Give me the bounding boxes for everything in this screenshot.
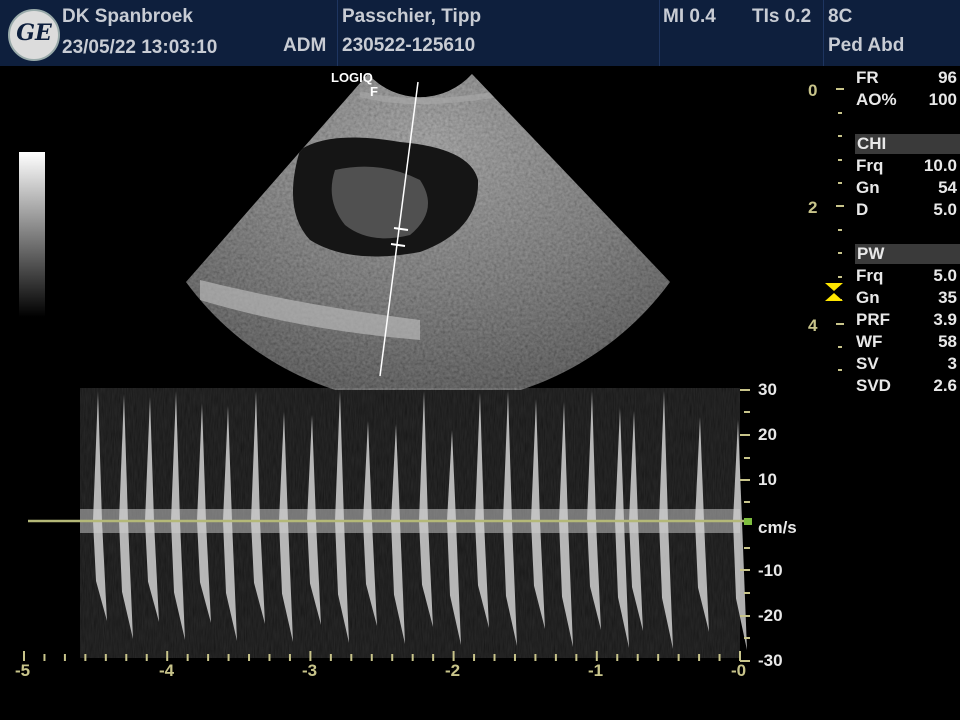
depth-label-2: 2 [808,198,818,217]
bmode-image [186,74,670,390]
depth-ruler [836,88,844,371]
exam-datetime: 23/05/22 13:03:10 [62,37,218,58]
depth-label-0: 0 [808,81,818,100]
depth-label-4: 4 [808,316,818,335]
logiq-logo-line1: LOGIQ [331,70,373,85]
param-value: 5.0 [933,200,957,219]
param-value: 10.0 [923,156,957,175]
logiq-logo: LOGIQ F [331,71,378,99]
time-label-neg4: -4 [159,661,175,680]
param-value: 35 [938,288,957,307]
param-ao: AO% 100 [856,90,960,112]
param-key: WF [856,332,883,351]
param-key: Frq [856,266,884,285]
param-pw-wf: WF 58 [856,332,960,354]
probe-name: 8C [828,6,853,27]
velocity-unit: cm/s [758,518,797,537]
focus-marker-icon[interactable] [823,281,845,303]
velocity-label-neg10: -10 [758,561,783,580]
param-key: SVD [856,376,891,395]
param-key: SV [856,354,879,373]
param-chi-gn: Gn 54 [856,178,960,200]
mechanical-index: MI 0.4 [663,6,716,27]
velocity-label-20: 20 [758,425,777,444]
thermal-index: TIs 0.2 [752,6,812,27]
param-chi-frq: Frq 10.0 [856,156,960,178]
param-pw-sv: SV 3 [856,354,960,376]
param-value: 96 [938,68,957,87]
logiq-logo-line2: F [370,84,378,99]
velocity-label-neg20: -20 [758,606,783,625]
time-label-neg5: -5 [15,661,31,680]
time-axis [23,651,741,661]
patient-name: Passchier, Tipp [342,6,482,27]
time-label-neg1: -1 [588,661,604,680]
section-pw: PW [855,244,960,264]
param-value: 3.9 [933,310,957,329]
param-key: D [856,200,869,219]
doppler-spectrum [28,388,752,658]
param-value: 3 [947,354,957,373]
time-label-0: -0 [731,661,747,680]
operator-id: ADM [283,35,327,56]
param-value: 100 [928,90,957,109]
param-value: 54 [938,178,957,197]
param-key: PRF [856,310,890,329]
site-name: DK Spanbroek [62,6,193,27]
param-fr: FR 96 [856,68,960,90]
param-pw-svd: SVD 2.6 [856,376,960,398]
exam-preset: Ped Abd [828,35,905,56]
param-pw-frq: Frq 5.0 [856,266,960,288]
velocity-label-neg30: -30 [758,651,783,670]
param-pw-prf: PRF 3.9 [856,310,960,332]
patient-id: 230522-125610 [342,35,476,56]
time-label-neg2: -2 [445,661,461,680]
param-key: Gn [856,178,880,197]
velocity-label-30: 30 [758,380,777,399]
velocity-label-10: 10 [758,470,777,489]
header-bar: GE DK Spanbroek 23/05/22 13:03:10 ADM Pa… [0,0,960,66]
param-key: Gn [856,288,880,307]
section-chi: CHI [855,134,960,154]
time-label-neg3: -3 [302,661,318,680]
param-value: 5.0 [933,266,957,285]
param-chi-d: D 5.0 [856,200,960,222]
param-key: AO% [856,90,897,109]
param-key: Frq [856,156,884,175]
param-value: 58 [938,332,957,351]
param-key: FR [856,68,879,87]
param-value: 2.6 [933,376,957,395]
velocity-ruler [740,389,750,662]
param-pw-gn: Gn 35 [856,288,960,310]
